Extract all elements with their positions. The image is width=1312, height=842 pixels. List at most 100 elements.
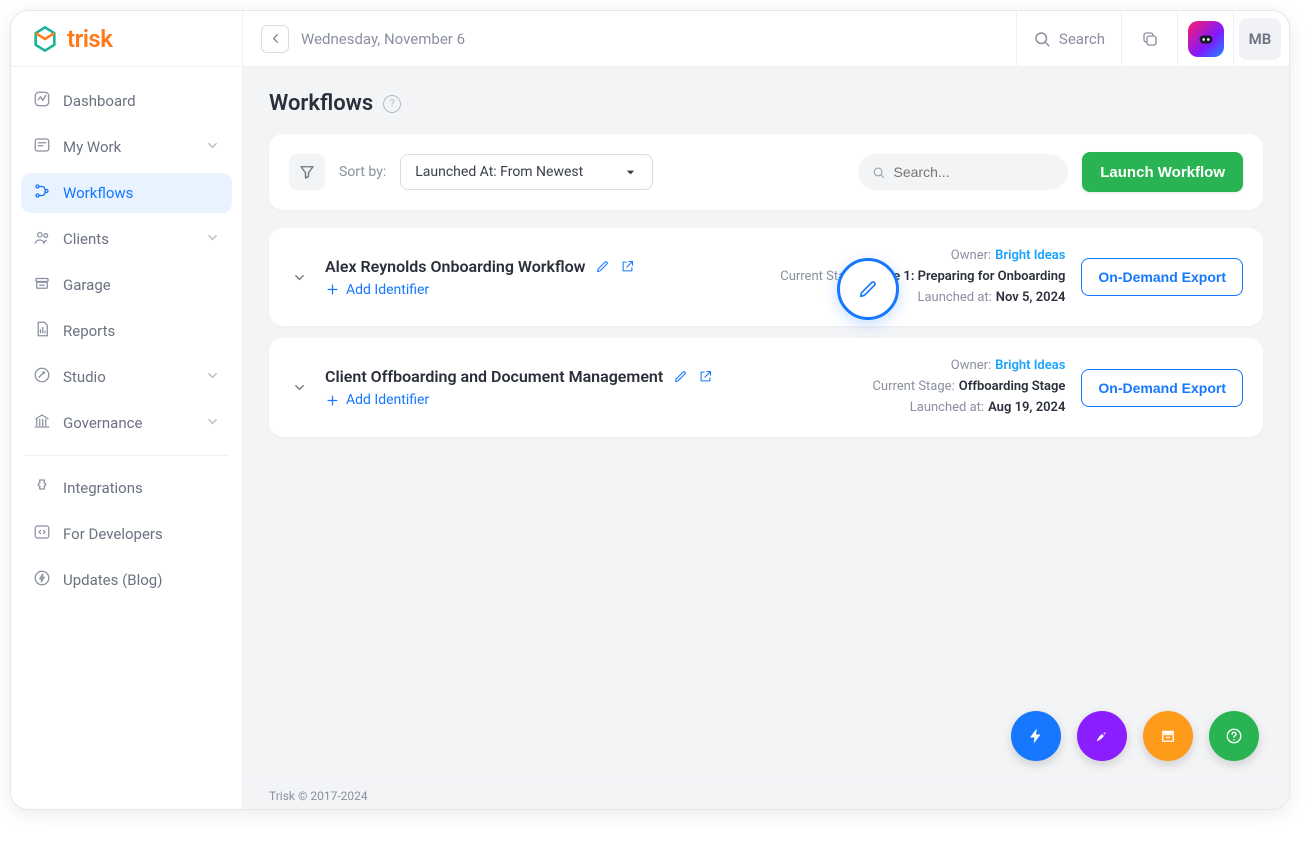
external-link-icon: [698, 369, 713, 384]
global-search[interactable]: Search: [1016, 11, 1121, 67]
workflow-card: Client Offboarding and Document Manageme…: [269, 338, 1263, 436]
caret-down-icon: [623, 165, 638, 180]
edit-workflow-button[interactable]: [673, 369, 688, 384]
bot-icon: [1188, 21, 1224, 57]
workflows-icon: [33, 182, 51, 204]
chevron-down-icon: [205, 138, 220, 157]
workflow-search-input[interactable]: [894, 164, 1055, 180]
sort-select[interactable]: Launched At: From Newest: [400, 154, 653, 190]
sidebar-item-my-work[interactable]: My Work: [21, 127, 232, 167]
expand-toggle[interactable]: [289, 270, 309, 285]
sidebar-item-reports[interactable]: Reports: [21, 311, 232, 351]
sidebar-item-label: Garage: [63, 276, 111, 294]
add-identifier-label: Add Identifier: [346, 282, 429, 298]
user-menu[interactable]: MB: [1233, 11, 1289, 67]
search-icon: [1033, 30, 1051, 48]
open-workflow-button[interactable]: [620, 259, 635, 274]
expand-toggle[interactable]: [289, 380, 309, 395]
global-search-placeholder: Search: [1059, 30, 1105, 48]
filter-button[interactable]: [289, 154, 325, 190]
archive-icon: [1159, 727, 1177, 745]
sidebar-item-updates-blog-[interactable]: Updates (Blog): [21, 560, 232, 600]
search-icon: [872, 165, 885, 180]
edit-highlight-circle[interactable]: [837, 258, 899, 320]
sidebar-item-label: For Developers: [63, 525, 163, 543]
rocket-icon: [1093, 727, 1111, 745]
on-demand-export-button[interactable]: On-Demand Export: [1081, 258, 1243, 296]
chevron-down-icon: [292, 270, 307, 285]
open-workflow-button[interactable]: [698, 369, 713, 384]
toolbar-panel: Sort by: Launched At: From Newest Launch…: [269, 134, 1263, 210]
sidebar-item-integrations[interactable]: Integrations: [21, 468, 232, 508]
sidebar-item-label: Governance: [63, 414, 142, 432]
launched-at-value: Aug 19, 2024: [988, 400, 1065, 415]
brand-name: trisk: [67, 25, 112, 53]
copyright: Trisk © 2017-2024: [269, 789, 368, 803]
sidebar-item-label: Dashboard: [63, 92, 136, 110]
chevron-down-icon: [205, 414, 220, 433]
funnel-icon: [298, 163, 316, 181]
sidebar-item-label: Reports: [63, 322, 115, 340]
activity-icon: [33, 90, 51, 112]
sidebar-item-studio[interactable]: Studio: [21, 357, 232, 397]
sidebar-item-garage[interactable]: Garage: [21, 265, 232, 305]
studio-icon: [33, 366, 51, 388]
sidebar-item-clients[interactable]: Clients: [21, 219, 232, 259]
add-identifier-button[interactable]: Add Identifier: [325, 282, 635, 298]
fab-launch[interactable]: [1077, 711, 1127, 761]
add-identifier-button[interactable]: Add Identifier: [325, 392, 713, 408]
stage-value: Offboarding Stage: [959, 379, 1066, 394]
plus-icon: [325, 282, 340, 297]
reports-icon: [33, 320, 51, 342]
user-initials: MB: [1239, 18, 1281, 60]
fab-help[interactable]: [1209, 711, 1259, 761]
clients-icon: [33, 228, 51, 250]
plus-icon: [325, 393, 340, 408]
sidebar-item-for-developers[interactable]: For Developers: [21, 514, 232, 554]
fab-quick-action[interactable]: [1011, 711, 1061, 761]
owner-link[interactable]: Bright Ideas: [995, 358, 1065, 373]
top-header: Wednesday, November 6 Search MB: [243, 11, 1289, 67]
on-demand-export-button[interactable]: On-Demand Export: [1081, 369, 1243, 407]
question-icon: [1225, 727, 1243, 745]
footer: Trisk © 2017-2024: [243, 781, 1289, 809]
workflow-meta: Owner:Bright Ideas Current Stage:Stage 1…: [780, 246, 1065, 308]
owner-link[interactable]: Bright Ideas: [995, 248, 1065, 263]
mywork-icon: [33, 136, 51, 158]
brand-logo[interactable]: trisk: [11, 11, 243, 67]
main-content: Workflows ? Sort by: Launched At: From N…: [243, 67, 1289, 781]
workflow-search[interactable]: [858, 154, 1068, 190]
puzzle-icon: [33, 477, 51, 499]
sort-by-label: Sort by:: [339, 164, 386, 180]
header-date: Wednesday, November 6: [301, 30, 465, 48]
sidebar-item-label: Workflows: [63, 184, 133, 202]
logo-mark-icon: [31, 25, 59, 53]
page-title: Workflows: [269, 91, 373, 116]
sidebar-item-label: My Work: [63, 138, 121, 156]
launched-at-value: Nov 5, 2024: [996, 290, 1066, 305]
workflow-title: Client Offboarding and Document Manageme…: [325, 367, 663, 386]
help-icon[interactable]: ?: [383, 95, 401, 113]
garage-icon: [33, 274, 51, 296]
pencil-icon: [857, 278, 879, 300]
sidebar-item-workflows[interactable]: Workflows: [21, 173, 232, 213]
header-copy-button[interactable]: [1121, 11, 1177, 67]
pencil-icon: [595, 259, 610, 274]
sidebar-item-label: Studio: [63, 368, 106, 386]
fab-row: [1011, 711, 1259, 761]
code-icon: [33, 523, 51, 545]
edit-workflow-button[interactable]: [595, 259, 610, 274]
sidebar-item-label: Integrations: [63, 479, 143, 497]
add-identifier-label: Add Identifier: [346, 392, 429, 408]
launch-workflow-button[interactable]: Launch Workflow: [1082, 152, 1243, 192]
fab-archive[interactable]: [1143, 711, 1193, 761]
sidebar-item-dashboard[interactable]: Dashboard: [21, 81, 232, 121]
app-avatar[interactable]: [1177, 11, 1233, 67]
sidebar-item-governance[interactable]: Governance: [21, 403, 232, 443]
back-button[interactable]: [261, 25, 289, 53]
workflow-meta: Owner:Bright Ideas Current Stage:Offboar…: [872, 356, 1065, 418]
sidebar-item-label: Updates (Blog): [63, 571, 162, 589]
workflow-title: Alex Reynolds Onboarding Workflow: [325, 257, 585, 276]
sidebar-item-label: Clients: [63, 230, 109, 248]
pencil-icon: [673, 369, 688, 384]
